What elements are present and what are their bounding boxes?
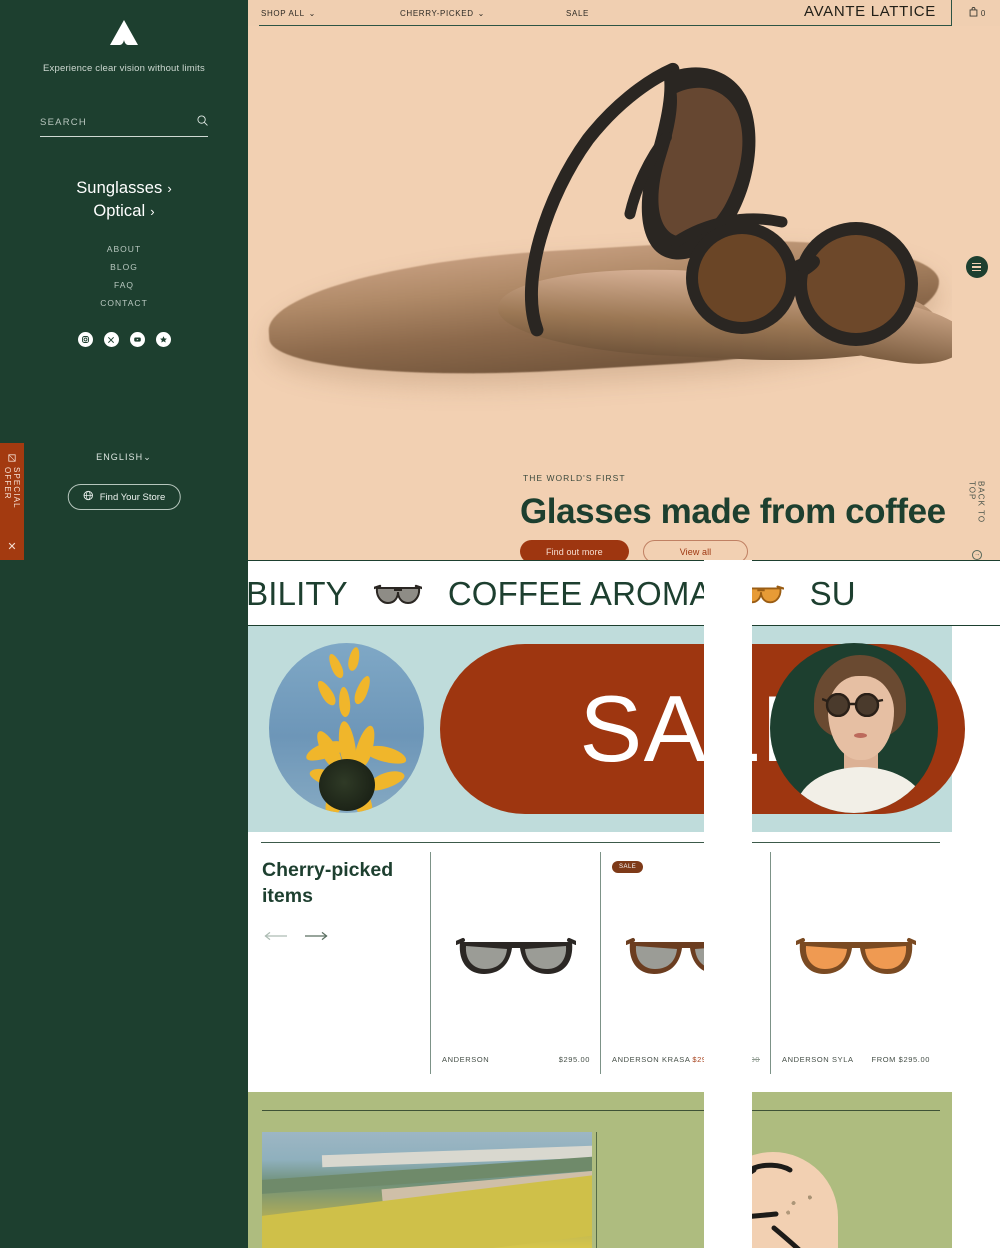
marquee-word: SU [809, 575, 856, 612]
cherry-picked-section: Cherry-picked items ANDERSON $295.00 SAL… [248, 832, 952, 1084]
sunflower-center [318, 759, 375, 811]
hero-eyebrow: THE WORLD'S FIRST [523, 473, 626, 483]
product-card[interactable]: ANDERSON SYLA FROM $295.00 [770, 852, 940, 1074]
chevron-down-icon: ⌄ [308, 8, 317, 18]
topnav-item-shop-all[interactable]: SHOP ALL ⌄ [261, 9, 316, 18]
find-out-more-button[interactable]: Find out more [520, 540, 629, 560]
find-your-store-label: Find Your Store [99, 491, 166, 503]
sunflower-image [269, 643, 424, 813]
product-price-group: FROM $295.00 [872, 1055, 930, 1064]
star-icon[interactable] [155, 332, 171, 347]
topnav-label: SHOP ALL [261, 8, 305, 18]
cart-button[interactable]: 0 [969, 7, 986, 19]
product-name: ANDERSON SYLA [782, 1055, 854, 1064]
hero-headline: Glasses made from coffee [520, 492, 946, 531]
hero-banner: THE WORLD'S FIRST Glasses made from coff… [248, 26, 952, 560]
topnav-item-sale[interactable]: SALE [566, 9, 589, 18]
product-image [431, 932, 600, 980]
topnav-item-cherry-picked[interactable]: CHERRY-PICKED ⌄ [400, 9, 485, 18]
view-all-button[interactable]: View all [642, 540, 749, 560]
right-rail: BACK TO TOP ↑ [952, 26, 1000, 560]
x-twitter-icon[interactable] [103, 332, 119, 347]
sunglasses-on-model-icon [821, 692, 884, 722]
product-card[interactable]: ANDERSON $295.00 [430, 852, 600, 1074]
special-offer-tab[interactable]: SPECIAL OFFER ✕ [0, 443, 24, 560]
wordmark: AVANTE LATTICE [804, 3, 936, 20]
marquee-word: COFFEE AROMA [447, 575, 712, 612]
model-portrait-image [770, 643, 938, 813]
primary-navigation: Sunglasses › Optical › [76, 179, 172, 221]
arrow-up-circle-icon: ↑ [971, 550, 982, 560]
status-badge: SALE [612, 861, 644, 873]
search-icon[interactable] [197, 113, 208, 131]
topnav-label: SALE [566, 8, 590, 18]
globe-icon [83, 490, 94, 504]
chevron-down-icon: ⌄ [477, 8, 486, 18]
sidebar-item-blog[interactable]: BLOG [110, 262, 138, 272]
language-label: ENGLISH [96, 452, 144, 462]
brand-tagline: Experience clear vision without limits [43, 63, 205, 74]
search-input[interactable] [40, 116, 170, 128]
sunglasses-gray-icon [373, 581, 422, 607]
secondary-navigation: ABOUT BLOG FAQ CONTACT [100, 244, 148, 308]
language-selector[interactable]: ENGLISH⌄ [0, 452, 248, 463]
sale-banner[interactable]: SALE [248, 626, 965, 832]
story-section [248, 1092, 952, 1248]
hero-cta-group: Find out more View all [520, 540, 749, 560]
main-content: SHOP ALL ⌄ CHERRY-PICKED ⌄ SALE AVANTE L… [248, 0, 1000, 1248]
coffee-glasses-panel[interactable] [608, 1132, 940, 1248]
marquee-word: ABILITY [248, 575, 348, 612]
arrow-left-icon[interactable] [264, 928, 288, 946]
sidebar-item-label: Optical [93, 202, 146, 220]
marquee-banner: ABILITY COFFEE AROMA SU [248, 560, 1000, 626]
back-to-top-button[interactable]: BACK TO TOP ↑ [968, 481, 986, 560]
chevron-right-icon: › [150, 204, 155, 219]
top-navigation: SHOP ALL ⌄ CHERRY-PICKED ⌄ SALE AVANTE L… [248, 0, 1000, 26]
product-price-group: $295.00 [559, 1055, 590, 1064]
cart-count: 0 [980, 8, 986, 18]
product-price: FROM $295.00 [871, 1055, 930, 1064]
chevron-right-icon: › [167, 181, 172, 196]
marquee-track: ABILITY COFFEE AROMA SU [248, 561, 856, 625]
page-gutter [704, 560, 752, 1248]
arrow-right-icon[interactable] [304, 928, 328, 946]
sidebar-item-faq[interactable]: FAQ [114, 280, 134, 290]
mountain-logo-icon [109, 19, 139, 51]
divider [951, 0, 952, 26]
divider [261, 842, 940, 843]
product-name: ANDERSON [442, 1055, 490, 1064]
sidebar-item-optical[interactable]: Optical › [93, 202, 154, 221]
sidebar-item-contact[interactable]: CONTACT [100, 298, 148, 308]
topnav-label: CHERRY-PICKED [400, 8, 474, 18]
sunglasses-round-icon [666, 178, 936, 383]
divider [262, 1110, 940, 1111]
product-list: ANDERSON $295.00 SALE ANDERSON KRASA AND… [430, 852, 940, 1074]
back-to-top-label: BACK TO TOP [967, 481, 986, 524]
section-title: Cherry-picked items [262, 859, 394, 908]
gift-icon [8, 449, 16, 467]
search-field[interactable] [40, 113, 208, 137]
instagram-icon[interactable] [77, 332, 93, 347]
sidebar-item-label: Sunglasses [76, 179, 163, 197]
hamburger-menu-icon[interactable] [965, 256, 988, 278]
divider [596, 1132, 597, 1248]
farm-fields-image[interactable] [262, 1132, 592, 1248]
sidebar-item-about[interactable]: ABOUT [107, 244, 141, 254]
social-links [77, 332, 171, 347]
close-icon[interactable]: ✕ [7, 542, 16, 553]
product-price: $295.00 [558, 1055, 590, 1064]
find-your-store-button[interactable]: Find Your Store [67, 484, 181, 510]
carousel-controls [264, 928, 328, 946]
chevron-down-icon: ⌄ [143, 452, 152, 462]
shopping-bag-icon [969, 7, 978, 19]
product-image [771, 932, 940, 980]
brand-logo[interactable] [109, 18, 139, 52]
product-name: ANDERSON KRASA [612, 1055, 691, 1064]
sidebar: Experience clear vision without limits S… [0, 0, 248, 1248]
sidebar-item-sunglasses[interactable]: Sunglasses › [76, 179, 172, 198]
youtube-icon[interactable] [129, 332, 145, 347]
special-offer-label: SPECIAL OFFER [3, 467, 21, 509]
